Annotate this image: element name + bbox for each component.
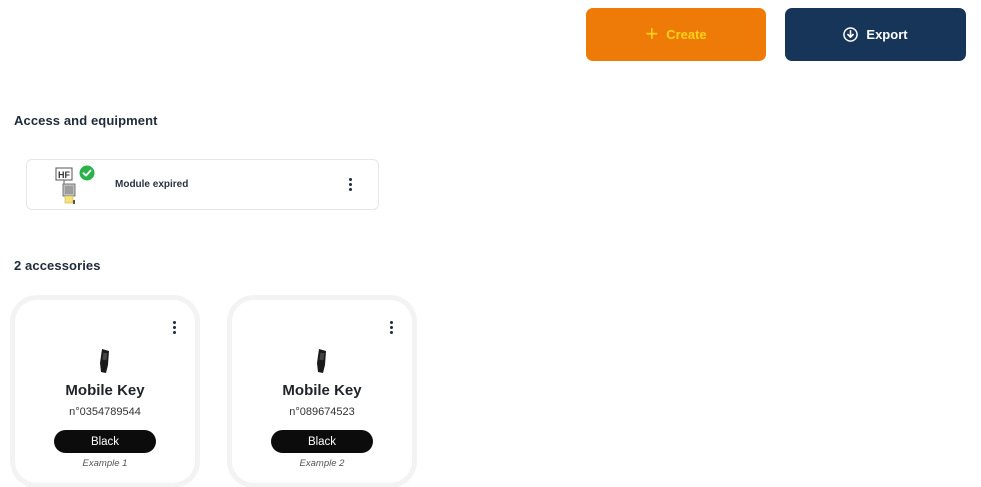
accessories-section-title: 2 accessories	[14, 258, 101, 273]
export-button[interactable]: Export	[785, 8, 966, 61]
color-badge: Black	[54, 430, 156, 453]
create-button[interactable]: + Create	[586, 8, 766, 61]
hf-label: HF	[58, 170, 70, 180]
accessory-number: n°0354789544	[69, 406, 141, 418]
check-circle-icon	[79, 165, 95, 181]
kebab-menu-icon[interactable]	[384, 318, 398, 336]
accessory-example-label: Example 1	[82, 458, 128, 469]
page: + Create Export Access and equipment HF	[0, 0, 981, 487]
kebab-menu-icon[interactable]	[343, 175, 357, 193]
accessory-name: Mobile Key	[65, 382, 145, 399]
module-card[interactable]: HF Module expired	[26, 159, 379, 210]
accessory-name: Mobile Key	[282, 382, 362, 399]
mobile-key-icon	[97, 348, 113, 374]
accessory-number: n°089674523	[289, 406, 355, 418]
kebab-menu-icon[interactable]	[167, 318, 181, 336]
accessory-card[interactable]: Mobile Key n°089674523 Black Example 2	[232, 300, 412, 483]
plus-icon: +	[645, 20, 659, 46]
mobile-key-icon	[314, 348, 330, 374]
create-button-label: Create	[666, 27, 707, 42]
accessory-card[interactable]: Mobile Key n°0354789544 Black Example 1	[15, 300, 195, 483]
download-circle-icon	[843, 27, 859, 42]
color-badge: Black	[271, 430, 373, 453]
export-button-label: Export	[866, 27, 908, 42]
accessory-example-label: Example 2	[299, 458, 345, 469]
access-section-title: Access and equipment	[14, 113, 158, 128]
module-status-label: Module expired	[115, 179, 189, 190]
